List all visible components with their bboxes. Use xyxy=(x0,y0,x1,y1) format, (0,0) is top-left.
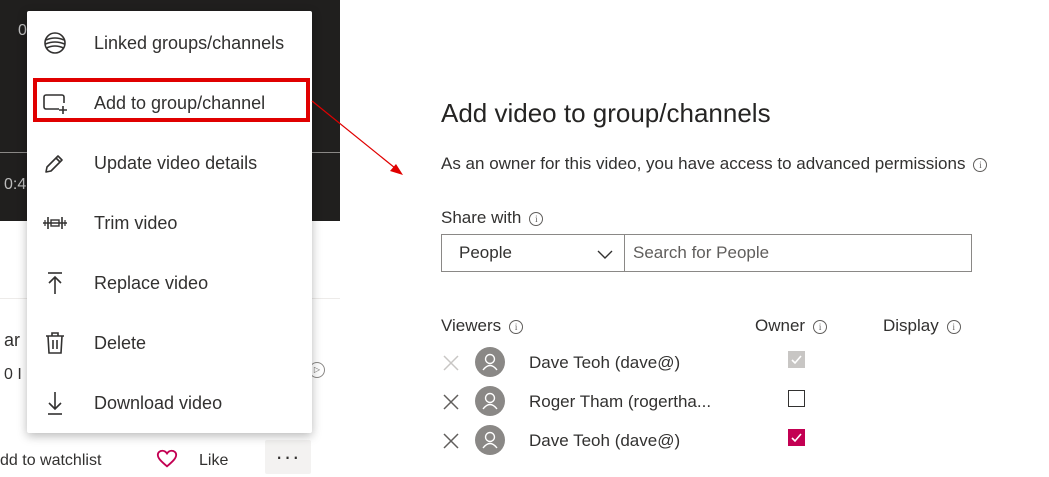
more-options-button[interactable]: ··· xyxy=(265,440,311,474)
menu-item-label: Update video details xyxy=(94,152,258,173)
owner-header-text: Owner xyxy=(755,316,806,335)
viewer-row: Roger Tham (rogertha... xyxy=(441,384,1001,420)
like-button[interactable]: Like xyxy=(199,452,228,470)
upload-icon xyxy=(41,269,69,297)
video-time: 0:4 xyxy=(4,176,27,193)
heart-icon[interactable] xyxy=(156,448,178,470)
menu-item-trim-video[interactable]: Trim video xyxy=(27,193,312,253)
menu-item-label: Download video xyxy=(94,392,223,413)
pencil-icon xyxy=(41,149,69,177)
owner-column-header: Owner i xyxy=(755,316,828,336)
viewer-name: Dave Teoh (dave@) xyxy=(529,353,681,372)
trash-icon xyxy=(41,329,69,357)
remove-icon[interactable] xyxy=(441,431,461,451)
share-with-label: Share with i xyxy=(441,208,544,228)
people-search-input[interactable] xyxy=(625,235,971,271)
share-with-select[interactable]: People xyxy=(441,234,625,272)
info-icon[interactable]: i xyxy=(813,319,828,334)
share-with-value: People xyxy=(459,243,512,262)
viewers-column-header: Viewers i xyxy=(441,316,524,336)
viewer-name: Dave Teoh (dave@) xyxy=(529,431,681,450)
share-with-text: Share with xyxy=(441,208,522,227)
download-icon xyxy=(41,389,69,417)
video-meta-fragment: 0 I xyxy=(4,366,22,383)
menu-item-label: Trim video xyxy=(94,212,178,233)
add-to-watchlist-button[interactable]: dd to watchlist xyxy=(0,452,101,470)
permissions-description-text: As an owner for this video, you have acc… xyxy=(441,154,966,173)
remove-icon[interactable] xyxy=(441,353,461,373)
trim-icon xyxy=(41,209,69,237)
person-icon xyxy=(482,392,498,410)
menu-item-label: Linked groups/channels xyxy=(94,32,285,53)
viewer-name: Roger Tham (rogertha... xyxy=(529,392,712,411)
permissions-description: As an owner for this video, you have acc… xyxy=(441,154,988,174)
info-icon[interactable]: i xyxy=(946,319,961,334)
video-actions-menu: Linked groups/channels Add to group/chan… xyxy=(27,11,312,433)
display-column-header: Display i xyxy=(883,316,961,336)
menu-item-download-video[interactable]: Download video xyxy=(27,373,312,433)
display-header-text: Display xyxy=(883,316,939,335)
info-icon[interactable]: i xyxy=(509,319,524,334)
menu-item-replace-video[interactable]: Replace video xyxy=(27,253,312,313)
person-icon xyxy=(482,353,498,371)
owner-checkbox[interactable] xyxy=(788,429,805,446)
viewers-header-text: Viewers xyxy=(441,316,502,335)
chevron-down-icon xyxy=(597,250,613,259)
owner-checkbox[interactable] xyxy=(788,390,805,407)
menu-item-label: Delete xyxy=(94,332,147,353)
highlight-annotation xyxy=(33,78,310,122)
avatar xyxy=(475,347,505,377)
page-title: Add video to group/channels xyxy=(441,98,771,128)
menu-item-linked-groups[interactable]: Linked groups/channels xyxy=(27,13,312,73)
video-title-fragment: ar xyxy=(4,330,21,350)
viewer-row: Dave Teoh (dave@) xyxy=(441,345,1001,381)
menu-item-delete[interactable]: Delete xyxy=(27,313,312,373)
checkmark-icon xyxy=(791,355,802,365)
menu-item-label: Replace video xyxy=(94,272,209,293)
more-icon: ··· xyxy=(275,444,301,469)
avatar xyxy=(475,386,505,416)
video-time-top: 0 xyxy=(18,22,27,39)
people-search-box[interactable] xyxy=(625,234,972,272)
person-icon xyxy=(482,431,498,449)
checkmark-icon xyxy=(791,433,802,443)
globe-icon xyxy=(41,29,69,57)
owner-checkbox xyxy=(788,351,805,368)
menu-item-update-details[interactable]: Update video details xyxy=(27,133,312,193)
info-icon[interactable]: i xyxy=(973,157,988,172)
remove-icon[interactable] xyxy=(441,392,461,412)
avatar xyxy=(475,425,505,455)
info-icon[interactable]: i xyxy=(529,211,544,226)
viewer-row: Dave Teoh (dave@) xyxy=(441,423,1001,459)
